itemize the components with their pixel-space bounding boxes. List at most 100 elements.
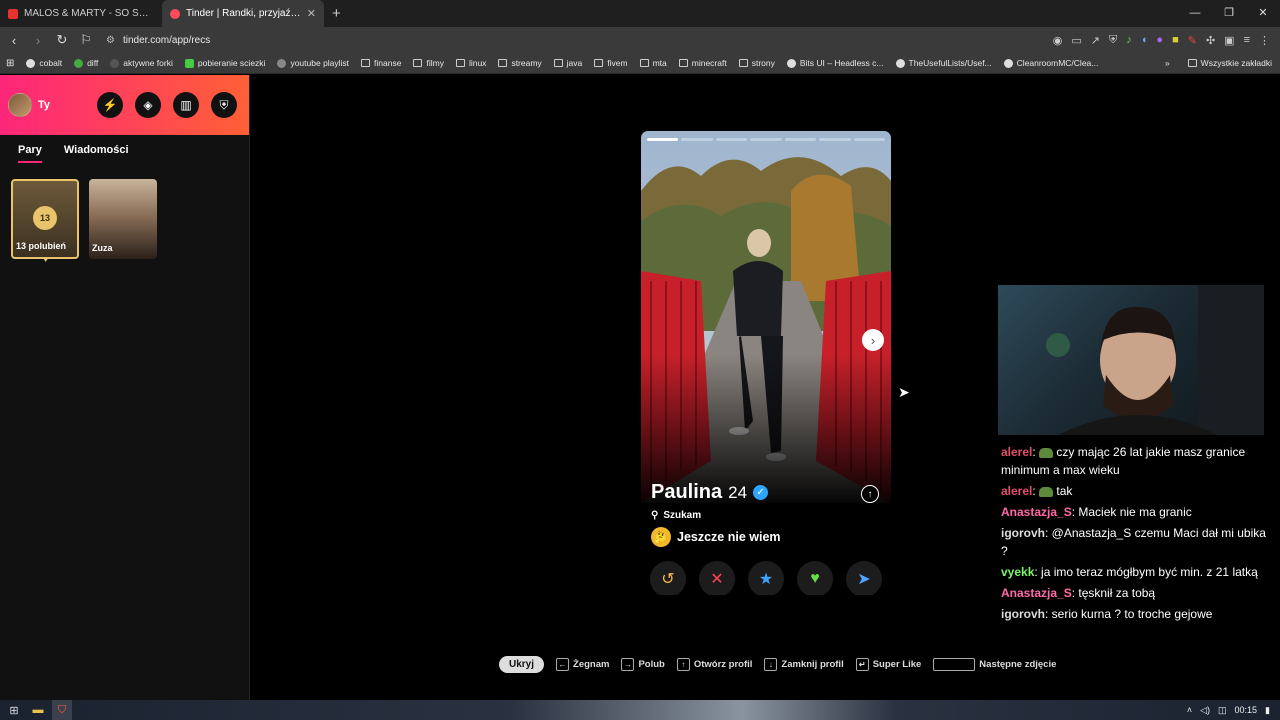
super-like-button[interactable]: ★ xyxy=(748,561,784,595)
tab-tinder[interactable]: Tinder | Randki, przyjaźni, nowe z ✕ xyxy=(162,0,324,27)
sidebar-icon[interactable]: ▣ xyxy=(1224,34,1234,47)
bookmark-item[interactable]: cobalt xyxy=(26,58,62,68)
bookmark-label: strony xyxy=(751,58,775,68)
clock[interactable]: 00:15 xyxy=(1235,705,1258,715)
tab-messages[interactable]: Wiadomości xyxy=(64,144,129,163)
sidebar-header: Ty ⚡ ◈ ▥ ⛨ xyxy=(0,75,249,135)
shortcut-label: Polub xyxy=(638,659,665,670)
bookmark-item[interactable]: youtube playlist xyxy=(277,58,349,68)
bookmark-folder[interactable]: filmy xyxy=(413,58,444,68)
close-tab-icon[interactable]: ✕ xyxy=(307,7,316,20)
bookmark-item[interactable]: CleanroomMC/Clea... xyxy=(1003,58,1098,68)
location-icon[interactable]: ◉ xyxy=(1053,34,1063,47)
volume-icon[interactable]: ◁) xyxy=(1200,705,1210,716)
bookmark-label: pobieranie sciezki xyxy=(197,58,266,68)
extension-icon[interactable]: ■ xyxy=(1172,34,1179,47)
bookmark-folder[interactable]: fivem xyxy=(594,58,628,68)
reload-icon[interactable]: ↻ xyxy=(52,32,72,48)
folder-icon xyxy=(413,59,423,67)
stream-chat: alerel: czy mając 26 lat jakie masz gran… xyxy=(1001,443,1271,626)
bookmark-label: minecraft xyxy=(691,58,727,68)
photo-indicator xyxy=(819,138,851,141)
bookmark-folder[interactable]: minecraft xyxy=(678,58,727,68)
site-settings-icon[interactable]: ⚙ xyxy=(106,35,115,46)
shortcut-open-profile: ↑ Otwórz profil xyxy=(676,658,753,671)
windows-start-icon[interactable]: ⊞ xyxy=(4,700,24,720)
boost-icon[interactable]: ⚡ xyxy=(97,92,123,118)
bookmark-folder[interactable]: java xyxy=(553,58,582,68)
close-window-icon[interactable]: ✕ xyxy=(1246,0,1280,27)
menu-icon[interactable]: ⋮ xyxy=(1259,34,1270,47)
profile-card[interactable]: › Paulina 24 ✓ ⚲ Szukam 🤔 Jeszcze nie wi… xyxy=(641,131,891,595)
extension-icon[interactable]: ● xyxy=(1156,34,1163,47)
all-bookmarks-folder[interactable]: Wszystkie zakładki xyxy=(1187,58,1272,68)
photo-indicator xyxy=(681,138,713,141)
bookmark-folder[interactable]: strony xyxy=(738,58,775,68)
file-explorer-icon[interactable]: ▬ xyxy=(28,700,48,720)
tab-youtube[interactable]: MALOS & MARTY - SO SWEET (R xyxy=(0,0,162,27)
shield-extension-icon[interactable]: ⛨ xyxy=(1109,34,1117,47)
briefcase-icon[interactable]: ▥ xyxy=(173,92,199,118)
open-profile-button[interactable]: ↑ xyxy=(861,485,879,503)
shortcut-like: → Polub xyxy=(621,658,665,671)
like-button[interactable]: ♥ xyxy=(797,561,833,595)
pen-extension-icon[interactable]: ✎ xyxy=(1188,34,1197,47)
bookmark-folder[interactable]: streamy xyxy=(498,58,542,68)
bookmark-folder[interactable]: finanse xyxy=(361,58,401,68)
globe-icon xyxy=(277,58,287,68)
bookmark-item[interactable]: pobieranie sciezki xyxy=(184,58,266,68)
chat-text: Maciek nie ma granic xyxy=(1078,505,1192,519)
next-photo-button[interactable]: › xyxy=(862,329,884,351)
profile-photo[interactable] xyxy=(641,131,891,503)
bookmark-folder[interactable]: mta xyxy=(639,58,667,68)
audio-extension-icon[interactable]: ◖ xyxy=(1141,34,1148,47)
chat-username: Anastazja_S xyxy=(1001,505,1072,519)
bookmark-item[interactable]: TheUsefulLists/Usef... xyxy=(895,58,992,68)
chat-username: alerel xyxy=(1001,484,1033,498)
apps-grid-icon[interactable]: ⊞ xyxy=(6,58,14,69)
forward-icon[interactable]: › xyxy=(28,33,48,48)
playlist-icon[interactable]: ≡ xyxy=(1244,34,1250,47)
tray-chevron-icon[interactable]: ˄ xyxy=(1187,705,1192,715)
bookmark-item[interactable]: diff xyxy=(74,58,98,68)
bookmark-folder[interactable]: linux xyxy=(455,58,486,68)
tab-matches[interactable]: Pary xyxy=(18,144,42,163)
match-card[interactable]: Zuza xyxy=(89,179,157,259)
network-icon[interactable]: ◫ xyxy=(1218,705,1227,716)
shortcut-label: Otwórz profil xyxy=(693,659,753,670)
bookmark-label: streamy xyxy=(511,58,542,68)
minimize-icon[interactable]: — xyxy=(1178,0,1212,27)
rewind-button[interactable]: ↺ xyxy=(650,561,686,595)
safety-shield-icon[interactable]: ⛨ xyxy=(211,92,237,118)
bookmark-label: Bits UI – Headless c... xyxy=(799,58,884,68)
shortcut-close-profile: ↓ Zamknij profil xyxy=(764,658,844,671)
bookmarks-overflow-icon[interactable]: » xyxy=(1165,58,1170,68)
likes-card[interactable]: 13 13 polubień ♥ xyxy=(11,179,79,264)
right-arrow-key-icon: → xyxy=(621,658,635,671)
puzzle-icon[interactable]: ✣ xyxy=(1206,34,1215,47)
back-icon[interactable]: ‹ xyxy=(4,33,24,48)
bookmark-item[interactable]: aktywne forki xyxy=(110,58,173,68)
music-extension-icon[interactable]: ♪ xyxy=(1126,34,1132,47)
brave-browser-icon[interactable]: ⛉ xyxy=(52,700,72,720)
folder-icon xyxy=(455,59,465,67)
keyboard-shortcuts: Ukryj ← Żegnam → Polub ↑ Otwórz profil ↓ Zam… xyxy=(499,656,1056,673)
hide-shortcuts-button[interactable]: Ukryj xyxy=(499,656,545,673)
explore-compass-icon[interactable]: ◈ xyxy=(135,92,161,118)
url-field[interactable]: ⚙ tinder.com/app/recs xyxy=(106,30,976,50)
boost-button[interactable]: ➤ xyxy=(846,561,882,595)
avatar[interactable] xyxy=(8,93,32,117)
chat-text: ja imo teraz mógłbym być min. z 21 latką xyxy=(1041,565,1258,579)
notifications-icon[interactable]: ▮ xyxy=(1265,705,1270,716)
chat-message: igorovh: serio kurna ? to troche gejowe xyxy=(1001,607,1213,621)
folder-icon xyxy=(594,59,604,67)
nope-button[interactable]: ✕ xyxy=(699,561,735,595)
address-bar-row: ‹ › ↻ ⚐ ⚙ tinder.com/app/recs ◉ ▭ ↗ ⛨ ♪ … xyxy=(0,27,1280,53)
share-icon[interactable]: ↗ xyxy=(1091,34,1100,47)
profile-name[interactable]: Ty xyxy=(38,99,50,111)
bookmark-item[interactable]: Bits UI – Headless c... xyxy=(786,58,884,68)
restore-icon[interactable]: ❐ xyxy=(1212,0,1246,27)
bookmark-page-icon[interactable]: ⚐ xyxy=(76,32,96,48)
cast-icon[interactable]: ▭ xyxy=(1071,34,1081,47)
new-tab-button[interactable]: + xyxy=(324,5,349,22)
